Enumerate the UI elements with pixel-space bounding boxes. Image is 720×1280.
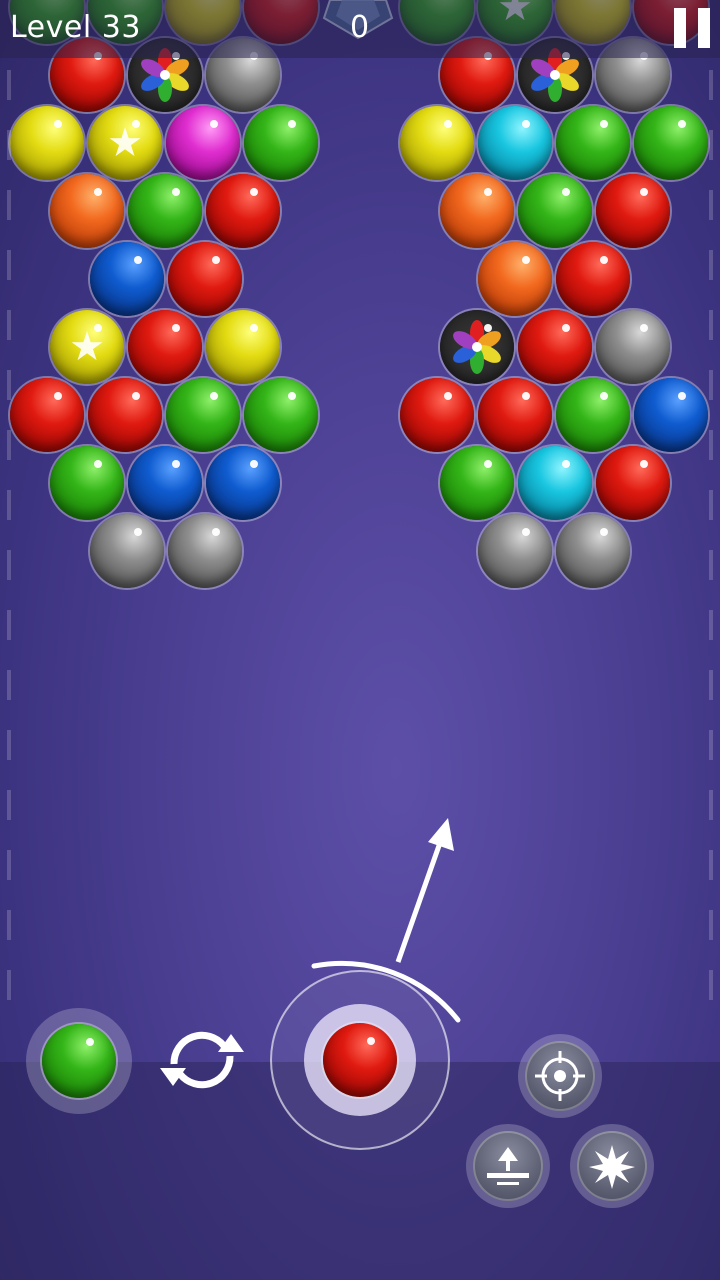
right-bubble-red — [596, 446, 670, 520]
star-icon: ★ — [107, 120, 143, 166]
left-bubble-red — [10, 378, 84, 452]
right-bubble-rainbow-icon — [440, 310, 514, 384]
right-bubble-red — [596, 174, 670, 248]
left-bubble-blue — [206, 446, 280, 520]
left-bubble-blue — [128, 446, 202, 520]
pause-icon — [674, 8, 686, 48]
right-bubble-green — [440, 446, 514, 520]
left-bubble-yellow — [206, 310, 280, 384]
left-bubble-green — [244, 378, 318, 452]
right-bubble-green — [518, 174, 592, 248]
left-bubble-green — [50, 446, 124, 520]
left-bubble-red — [168, 242, 242, 316]
right-bubble-green — [634, 106, 708, 180]
raise-icon — [487, 1147, 529, 1185]
right-bubble-gray — [556, 514, 630, 588]
left-bubble-green — [128, 174, 202, 248]
left-bubble-yellow — [10, 106, 84, 180]
right-bubble-yellow — [400, 106, 474, 180]
bomb-icon — [589, 1145, 635, 1189]
right-bubble-orange — [440, 174, 514, 248]
next-bubble-slot[interactable] — [26, 1008, 132, 1114]
left-bubble-orange — [50, 174, 124, 248]
right-wall-guide — [709, 70, 713, 1030]
right-bubble-red — [556, 242, 630, 316]
next-bubble — [42, 1024, 116, 1098]
raise-tool-button[interactable] — [466, 1124, 550, 1208]
right-bubble-gray — [596, 310, 670, 384]
pause-icon-bar — [698, 8, 710, 48]
current-bubble — [323, 1023, 397, 1097]
right-bubble-orange — [478, 242, 552, 316]
right-bubble-red — [478, 378, 552, 452]
left-bubble-magenta — [166, 106, 240, 180]
left-bubble-red — [128, 310, 202, 384]
right-bubble-green — [556, 106, 630, 180]
right-bubble-blue — [634, 378, 708, 452]
left-bubble-red — [206, 174, 280, 248]
right-bubble-green — [556, 378, 630, 452]
pause-button[interactable] — [674, 8, 712, 48]
right-bubble-red — [518, 310, 592, 384]
score-counter: 0 — [350, 10, 370, 45]
left-bubble-green — [244, 106, 318, 180]
left-bubble-gray — [168, 514, 242, 588]
right-bubble-cyan — [478, 106, 552, 180]
target-icon — [535, 1051, 585, 1101]
left-bubble-green — [166, 378, 240, 452]
right-bubble-gray — [478, 514, 552, 588]
swap-icon[interactable] — [156, 1024, 248, 1096]
left-bubble-yellow-star: ★ — [50, 310, 124, 384]
left-bubble-blue — [90, 242, 164, 316]
star-icon: ★ — [69, 324, 105, 370]
left-bubble-gray — [90, 514, 164, 588]
left-bubble-red — [88, 378, 162, 452]
left-wall-guide — [7, 70, 11, 1030]
aim-tool-button[interactable] — [518, 1034, 602, 1118]
bomb-tool-button[interactable] — [570, 1124, 654, 1208]
left-bubble-yellow-star: ★ — [88, 106, 162, 180]
level-label: Level 33 — [10, 10, 141, 45]
launcher-core — [304, 1004, 416, 1116]
right-bubble-red — [400, 378, 474, 452]
right-bubble-cyan — [518, 446, 592, 520]
